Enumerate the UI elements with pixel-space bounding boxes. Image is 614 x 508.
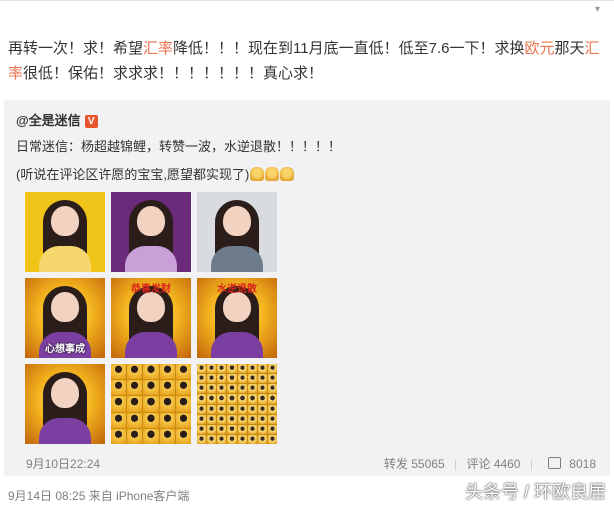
verified-badge-icon: V (84, 115, 98, 128)
retweet-subtext: (听说在评论区许愿的宝宝,愿望都实现了) (16, 164, 295, 183)
retweet-author[interactable]: @全是迷信 V (16, 110, 98, 129)
photo-thumbnail[interactable]: 心想事成 (25, 278, 105, 358)
post-text-segment: 很低！保佑！求求求！！！！！！！真心求！ (23, 65, 324, 82)
photo-caption: 水逆退散 (217, 284, 257, 295)
post-text: 再转一次！求！希望汇率降低！！！现在到11月底一直低！低至7.6一下！求换欧元那… (8, 36, 606, 86)
post-text-segment: 再转一次！求！希望 (8, 40, 144, 57)
retweet-time[interactable]: 9月10日22:24 (26, 455, 100, 472)
post-meta: 9月14日 08:25 来自 iPhone客户端 (8, 489, 190, 503)
like-button[interactable]: 8018 (542, 457, 596, 471)
retweet-stats: 转发 55065 | 评论 4460 | 8018 (383, 457, 596, 471)
pray-emoji-icon (265, 167, 280, 181)
photo-grid: 心想事成 恭喜发财 水逆退散 (25, 192, 277, 444)
photo-caption: 恭喜发财 (131, 284, 171, 295)
pray-emoji-icon (280, 167, 295, 181)
author-name[interactable]: @全是迷信 (16, 113, 81, 128)
like-count: 8018 (569, 457, 596, 471)
photo-thumbnail[interactable] (197, 192, 277, 272)
post-text-segment: 降低！！！现在到11月底一直低！低至7.6一下！求换 (173, 40, 525, 57)
photo-thumbnail[interactable] (111, 364, 191, 444)
watermark: 头条号 / 环欧良居 (464, 482, 606, 502)
retweet-panel: @全是迷信 V 日常迷信：杨超越锦鲤，转赞一波，水逆退散！！！！！ (听说在评论区… (4, 100, 610, 476)
repost-count[interactable]: 转发 55065 (384, 457, 445, 471)
post-text-segment: 那天 (554, 40, 585, 57)
photo-thumbnail[interactable] (111, 192, 191, 272)
chevron-down-icon[interactable]: ▾ (595, 4, 600, 15)
pray-emoji-icon (250, 167, 265, 181)
photo-thumbnail[interactable] (25, 364, 105, 444)
comment-count[interactable]: 评论 4460 (466, 457, 520, 471)
retweet-text: 日常迷信：杨超越锦鲤，转赞一波，水逆退散！！！！！ (16, 139, 342, 154)
photo-thumbnail[interactable] (25, 192, 105, 272)
photo-thumbnail[interactable] (197, 364, 277, 444)
photo-thumbnail[interactable]: 恭喜发财 (111, 278, 191, 358)
photo-caption: 心想事成 (45, 344, 85, 355)
top-divider (0, 0, 614, 7)
thumb-up-icon (548, 457, 562, 469)
retweet-subtext-label: (听说在评论区许愿的宝宝,愿望都实现了) (16, 167, 250, 182)
highlight-keyword[interactable]: 欧元 (524, 40, 554, 57)
highlight-keyword[interactable]: 汇率 (143, 40, 173, 57)
photo-thumbnail[interactable]: 水逆退散 (197, 278, 277, 358)
